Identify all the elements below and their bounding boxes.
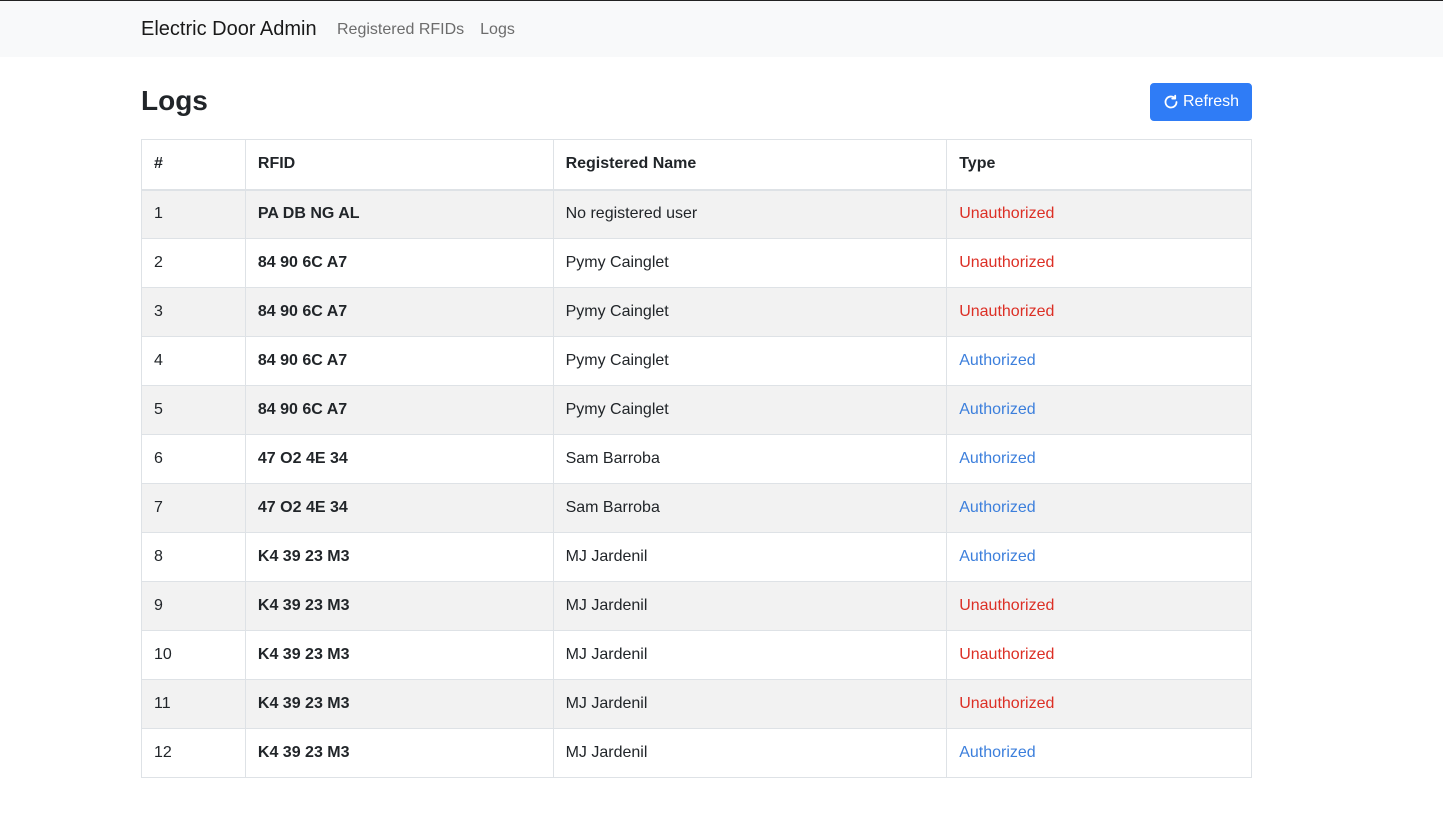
cell-number: 1 bbox=[141, 189, 246, 239]
cell-rfid: 47 O2 4E 34 bbox=[244, 434, 554, 484]
cell-registered-name: MJ Jardenil bbox=[552, 630, 948, 680]
cell-type: Unauthorized bbox=[946, 679, 1252, 729]
cell-registered-name: Sam Barroba bbox=[552, 434, 948, 484]
cell-number: 2 bbox=[141, 238, 246, 288]
table-row[interactable]: 10 K4 39 23 M3 MJ Jardenil Unauthorized bbox=[141, 630, 1252, 680]
table-row[interactable]: 12 K4 39 23 M3 MJ Jardenil Authorized bbox=[141, 728, 1252, 778]
navbar-brand[interactable]: Electric Door Admin bbox=[141, 18, 317, 41]
cell-registered-name: Pymy Cainglet bbox=[552, 287, 948, 337]
table-row[interactable]: 6 47 O2 4E 34 Sam Barroba Authorized bbox=[141, 434, 1252, 484]
table-row[interactable]: 8 K4 39 23 M3 MJ Jardenil Authorized bbox=[141, 532, 1252, 582]
cell-rfid: K4 39 23 M3 bbox=[244, 630, 554, 680]
cell-registered-name: MJ Jardenil bbox=[552, 679, 948, 729]
table-row[interactable]: 11 K4 39 23 M3 MJ Jardenil Unauthorized bbox=[141, 679, 1252, 729]
cell-registered-name: MJ Jardenil bbox=[552, 532, 948, 582]
table-body: 1 PA DB NG AL No registered user Unauthoriz… bbox=[141, 189, 1252, 778]
column-header-registered-name[interactable]: Registered Name bbox=[552, 139, 948, 191]
cell-number: 11 bbox=[141, 679, 246, 729]
cell-rfid: 84 90 6C A7 bbox=[244, 238, 554, 288]
table-row[interactable]: 3 84 90 6C A7 Pymy Cainglet Unauthorized bbox=[141, 287, 1252, 337]
cell-number: 6 bbox=[141, 434, 246, 484]
cell-registered-name: MJ Jardenil bbox=[552, 581, 948, 631]
cell-type: Authorized bbox=[946, 385, 1252, 435]
cell-registered-name: MJ Jardenil bbox=[552, 728, 948, 778]
cell-rfid: PA DB NG AL bbox=[244, 189, 554, 239]
cell-type: Unauthorized bbox=[946, 630, 1252, 680]
column-header-type[interactable]: Type bbox=[946, 139, 1252, 191]
nav-links: Registered RFIDs Logs bbox=[337, 21, 515, 39]
nav-link-logs[interactable]: Logs bbox=[480, 21, 515, 39]
cell-rfid: 84 90 6C A7 bbox=[244, 287, 554, 337]
cell-number: 4 bbox=[141, 336, 246, 386]
cell-number: 10 bbox=[141, 630, 246, 680]
cell-number: 7 bbox=[141, 483, 246, 533]
navbar: Electric Door Admin Registered RFIDs Log… bbox=[0, 0, 1443, 57]
column-header-number[interactable]: # bbox=[141, 139, 246, 191]
cell-registered-name: Pymy Cainglet bbox=[552, 336, 948, 386]
cell-type: Unauthorized bbox=[946, 287, 1252, 337]
cell-type: Authorized bbox=[946, 532, 1252, 582]
cell-rfid: K4 39 23 M3 bbox=[244, 581, 554, 631]
table-row[interactable]: 2 84 90 6C A7 Pymy Cainglet Unauthorized bbox=[141, 238, 1252, 288]
cell-registered-name: Pymy Cainglet bbox=[552, 238, 948, 288]
cell-type: Unauthorized bbox=[946, 581, 1252, 631]
cell-registered-name: Sam Barroba bbox=[552, 483, 948, 533]
table-row[interactable]: 4 84 90 6C A7 Pymy Cainglet Authorized bbox=[141, 336, 1252, 386]
cell-rfid: 84 90 6C A7 bbox=[244, 385, 554, 435]
cell-number: 9 bbox=[141, 581, 246, 631]
cell-rfid: K4 39 23 M3 bbox=[244, 728, 554, 778]
nav-link-registered-rfids[interactable]: Registered RFIDs bbox=[337, 21, 464, 39]
cell-type: Authorized bbox=[946, 336, 1252, 386]
table-header-row: # RFID Registered Name Type bbox=[141, 139, 1252, 191]
table-row[interactable]: 1 PA DB NG AL No registered user Unauthoriz… bbox=[141, 189, 1252, 239]
logs-table: # RFID Registered Name Type 1 PA DB NG AL… bbox=[141, 139, 1252, 778]
cell-rfid: K4 39 23 M3 bbox=[244, 532, 554, 582]
refresh-button[interactable]: Refresh bbox=[1150, 83, 1252, 121]
cell-registered-name: Pymy Cainglet bbox=[552, 385, 948, 435]
cell-type: Authorized bbox=[946, 483, 1252, 533]
column-header-rfid[interactable]: RFID bbox=[244, 139, 554, 191]
cell-type: Authorized bbox=[946, 434, 1252, 484]
table-row[interactable]: 9 K4 39 23 M3 MJ Jardenil Unauthorized bbox=[141, 581, 1252, 631]
refresh-icon bbox=[1164, 94, 1178, 109]
cell-type: Authorized bbox=[946, 728, 1252, 778]
cell-number: 5 bbox=[141, 385, 246, 435]
cell-rfid: 84 90 6C A7 bbox=[244, 336, 554, 386]
table-row[interactable]: 5 84 90 6C A7 Pymy Cainglet Authorized bbox=[141, 385, 1252, 435]
page-title: Logs bbox=[141, 85, 208, 116]
cell-rfid: 47 O2 4E 34 bbox=[244, 483, 554, 533]
refresh-button-label: Refresh bbox=[1182, 93, 1240, 110]
cell-number: 12 bbox=[141, 728, 246, 778]
cell-registered-name: No registered user bbox=[552, 189, 948, 239]
cell-type: Unauthorized bbox=[946, 238, 1252, 288]
cell-number: 3 bbox=[141, 287, 246, 337]
cell-number: 8 bbox=[141, 532, 246, 582]
cell-rfid: K4 39 23 M3 bbox=[244, 679, 554, 729]
table-row[interactable]: 7 47 O2 4E 34 Sam Barroba Authorized bbox=[141, 483, 1252, 533]
cell-type: Unauthorized bbox=[946, 189, 1252, 239]
